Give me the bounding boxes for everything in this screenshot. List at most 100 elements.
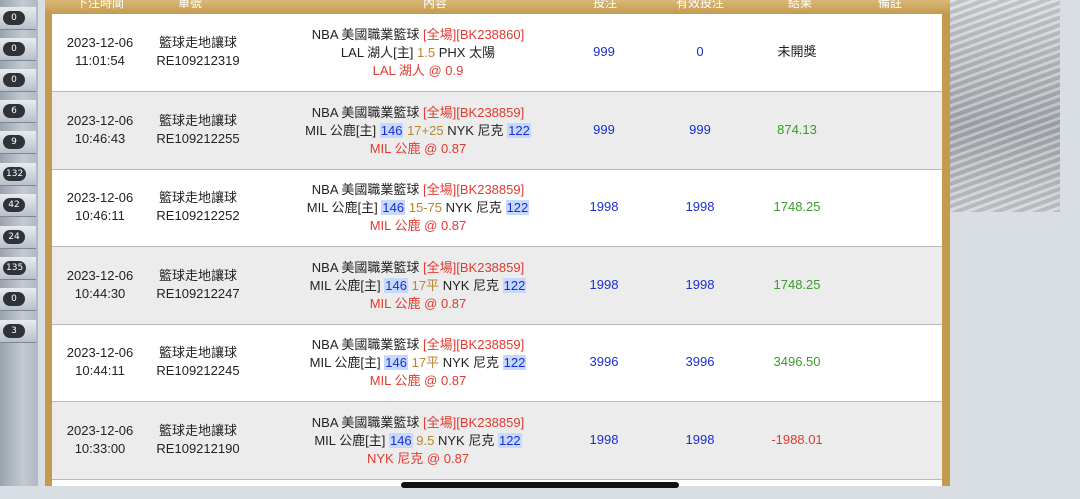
bet-type: 籃球走地讓球 (158, 345, 237, 360)
away-team: NYK 尼克 (438, 432, 495, 448)
sidebar-item[interactable]: 9 (0, 131, 36, 154)
bet-order: 籃球走地讓球 RE109212247 (148, 267, 248, 303)
away-team: NYK 尼克 (447, 122, 504, 138)
pick-odds: @ 0.9 (428, 63, 464, 78)
stake-amount: 1998 (589, 276, 619, 292)
home-team: MIL 公鹿[主] (309, 277, 381, 293)
stake-amount: 1998 (589, 199, 619, 214)
away-score: 122 (502, 277, 527, 293)
header-2: 內容 (422, 0, 447, 10)
sidebar-item[interactable]: 132 (0, 163, 36, 186)
table-row[interactable]: 2023-12-06 10:46:11 籃球走地讓球 RE109212252 N… (52, 169, 942, 247)
bet-order: 籃球走地讓球 RE109212190 (148, 422, 248, 458)
bet-time: 2023-12-06 10:46:43 (52, 112, 148, 148)
count-badge: 0 (3, 11, 25, 25)
away-team: NYK 尼克 (445, 200, 502, 215)
stake-amount: 1998 (589, 431, 619, 447)
sidebar-item[interactable]: 135 (0, 257, 36, 280)
bet-date: 2023-12-06 (66, 112, 134, 128)
league-name: NBA 美國職業籃球 (311, 104, 420, 120)
match-code: [BK238860] (456, 27, 525, 42)
match-line: MIL 公鹿[主] 146 15-75 NYK 尼克 122 (248, 199, 588, 217)
pick-odds: @ 0.87 (426, 450, 470, 466)
table-row[interactable]: 2023-12-06 10:33:00 籃球走地讓球 RE109212190 N… (52, 401, 942, 480)
handicap-line: 17+25 (407, 122, 444, 138)
scope-label: [全場] (423, 414, 457, 430)
bet-result: -1988.01 (771, 431, 823, 447)
bet-order: 籃球走地讓球 RE109212255 (148, 112, 248, 148)
valid-stake: 3996 (685, 354, 715, 369)
sidebar-item[interactable]: 24 (0, 226, 36, 249)
valid-stake: 999 (689, 121, 711, 137)
valid-stake: 0 (696, 44, 704, 59)
bet-type: 籃球走地讓球 (158, 267, 237, 283)
table-row[interactable]: 2023-12-06 10:44:11 籃球走地讓球 RE109212245 N… (52, 324, 942, 402)
header-1: 單號 (177, 0, 202, 10)
valid-stake: 1998 (685, 199, 715, 214)
table-row[interactable]: 2023-12-06 11:01:54 籃球走地讓球 RE109212319 N… (52, 14, 942, 92)
match-code: [BK238859] (456, 337, 525, 352)
bet-content: NBA 美國職業籃球 [全場][BK238859] MIL 公鹿[主] 146 … (248, 181, 588, 235)
bet-time: 2023-12-06 11:01:54 (52, 34, 148, 70)
home-indicator[interactable] (401, 482, 679, 488)
pick-line: MIL 公鹿 @ 0.87 (248, 140, 588, 158)
league-name: NBA 美國職業籃球 (311, 259, 420, 275)
bet-history-table: 2023-12-06 11:01:54 籃球走地讓球 RE109212319 N… (52, 14, 942, 486)
home-team: MIL 公鹿[主] (305, 122, 377, 138)
valid-stake: 1998 (685, 431, 715, 447)
league-name: NBA 美國職業籃球 (311, 337, 420, 352)
pick-team: NYK 尼克 (366, 450, 424, 466)
league-name: NBA 美國職業籃球 (311, 27, 420, 42)
league-line: NBA 美國職業籃球 [全場][BK238859] (248, 181, 588, 199)
match-code: [BK238859] (456, 259, 525, 275)
pick-team: LAL 湖人 (372, 63, 425, 78)
bet-order: 籃球走地讓球 RE109212245 (148, 344, 248, 380)
handicap-line: 17平 (411, 355, 440, 370)
sidebar-item[interactable]: 3 (0, 320, 36, 343)
match-line: MIL 公鹿[主] 146 17+25 NYK 尼克 122 (248, 122, 588, 140)
away-score: 122 (505, 200, 530, 215)
away-score: 122 (502, 355, 527, 370)
bet-content: NBA 美國職業籃球 [全場][BK238859] MIL 公鹿[主] 146 … (248, 336, 588, 390)
bet-order: 籃球走地讓球 RE109212252 (148, 189, 248, 225)
sidebar-item[interactable]: 0 (0, 288, 36, 311)
league-line: NBA 美國職業籃球 [全場][BK238860] (248, 26, 588, 44)
match-code: [BK238859] (456, 182, 525, 197)
order-number: RE109212190 (156, 440, 240, 456)
table-row[interactable]: 2023-12-06 10:44:30 籃球走地讓球 RE109212247 N… (52, 246, 942, 325)
bet-type: 籃球走地讓球 (158, 422, 237, 438)
bet-result: 1748.25 (773, 276, 821, 292)
valid-stake: 1998 (685, 276, 715, 292)
away-team: PHX 太陽 (438, 45, 496, 60)
pick-odds: @ 0.87 (424, 218, 467, 233)
sidebar-item[interactable]: 42 (0, 194, 36, 217)
sidebar-item[interactable]: 6 (0, 100, 36, 123)
sidebar-item[interactable]: 0 (0, 7, 36, 30)
home-score: 146 (388, 432, 413, 448)
count-badge: 9 (3, 135, 25, 149)
match-line: MIL 公鹿[主] 146 17平 NYK 尼克 122 (248, 277, 588, 295)
header-3: 投注 (592, 0, 617, 10)
header-5: 結果 (787, 0, 812, 10)
league-line: NBA 美國職業籃球 [全場][BK238859] (248, 104, 588, 122)
bet-content: NBA 美國職業籃球 [全場][BK238860] LAL 湖人[主] 1.5 … (248, 26, 588, 80)
match-code: [BK238859] (456, 414, 525, 430)
bet-content: NBA 美國職業籃球 [全場][BK238859] MIL 公鹿[主] 146 … (248, 104, 588, 158)
bet-date: 2023-12-06 (66, 190, 134, 205)
pick-team: MIL 公鹿 (369, 373, 421, 388)
sidebar-item[interactable]: 0 (0, 38, 36, 61)
scope-label: [全場] (423, 27, 457, 42)
bet-type: 籃球走地讓球 (158, 190, 237, 205)
count-badge: 0 (3, 73, 25, 87)
handicap-line: 1.5 (417, 45, 436, 60)
bet-time: 2023-12-06 10:33:00 (52, 422, 148, 458)
bet-date: 2023-12-06 (66, 267, 134, 283)
sidebar: 0 0 0 6 9 132 42 24 135 0 3 (0, 0, 38, 486)
bet-date: 2023-12-06 (66, 345, 134, 360)
order-number: RE109212319 (156, 53, 240, 68)
count-badge: 42 (3, 198, 25, 212)
sidebar-item[interactable]: 0 (0, 69, 36, 92)
table-row[interactable]: 2023-12-06 10:46:43 籃球走地讓球 RE109212255 N… (52, 91, 942, 170)
scope-label: [全場] (423, 104, 457, 120)
league-line: NBA 美國職業籃球 [全場][BK238859] (248, 414, 588, 432)
